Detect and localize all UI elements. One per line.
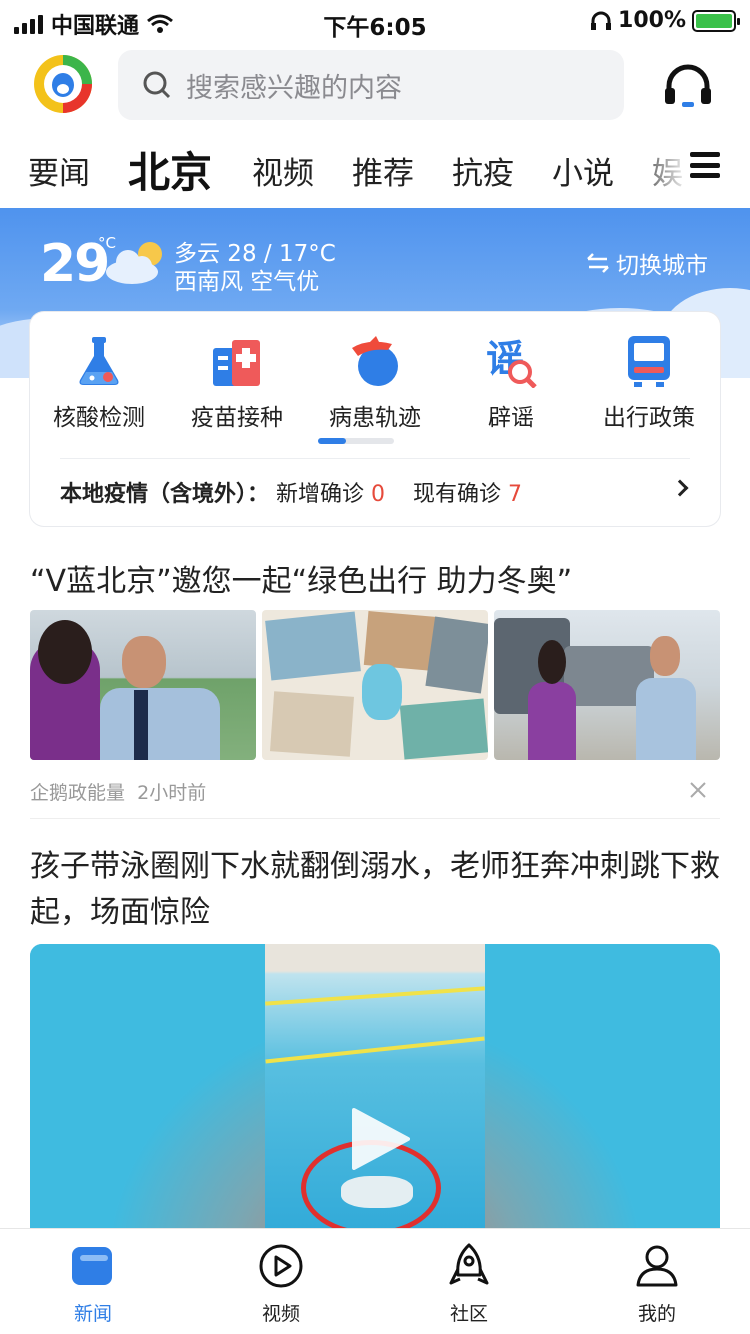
article-title[interactable]: “V蓝北京”邀您一起“绿色出行 助力冬奥” xyxy=(30,556,572,600)
swap-icon xyxy=(587,253,609,273)
play-icon xyxy=(259,1244,303,1288)
rumor-icon: 谣 xyxy=(486,337,537,389)
app-logo-icon[interactable] xyxy=(32,53,94,115)
service-label: 出行政策 xyxy=(603,405,695,431)
service-travel-policy[interactable]: 出行政策 xyxy=(584,334,714,432)
tab-yaowen[interactable]: 要闻 xyxy=(28,148,90,193)
new-cases-label: 新增确诊 xyxy=(276,482,365,507)
service-label: 病患轨迹 xyxy=(329,405,421,431)
article-thumbnails[interactable] xyxy=(30,610,720,760)
rocket-icon xyxy=(449,1243,489,1285)
service-patient-track[interactable]: 病患轨迹 xyxy=(310,334,440,444)
battery-percent: 100% xyxy=(618,8,686,33)
search-icon xyxy=(143,71,171,99)
tab-video[interactable]: 视频 xyxy=(252,148,314,193)
cloudy-icon xyxy=(106,242,162,284)
headphones-status-icon xyxy=(591,11,612,30)
channel-tabs: 要闻 北京 视频 推荐 抗疫 小说 娱 xyxy=(0,130,750,206)
new-cases-value: 0 xyxy=(371,482,386,507)
service-label: 核酸检测 xyxy=(53,405,145,431)
flask-icon xyxy=(79,337,119,385)
current-cases-label: 现有确诊 xyxy=(413,482,502,507)
current-cases-value: 7 xyxy=(508,482,523,507)
switch-city-button[interactable]: 切换城市 xyxy=(586,246,708,280)
carousel-indicator xyxy=(318,438,394,444)
nav-label: 社区 xyxy=(449,1303,488,1325)
tab-recommend[interactable]: 推荐 xyxy=(352,148,414,193)
nav-community[interactable]: 社区 xyxy=(424,1243,514,1326)
service-label: 疫苗接种 xyxy=(191,405,283,431)
service-vaccination[interactable]: 疫苗接种 xyxy=(172,334,302,432)
service-rumor[interactable]: 谣 辟谣 xyxy=(446,334,576,432)
status-right: 100% xyxy=(590,8,740,33)
train-icon xyxy=(628,336,670,387)
epidemic-stats-label: 本地疫情（含境外）： xyxy=(60,482,270,507)
video-thumbnail[interactable] xyxy=(30,944,720,1244)
chevron-right-icon[interactable] xyxy=(671,479,689,497)
feed-divider xyxy=(30,818,720,819)
article-title[interactable]: 孩子带泳圈刚下水就翻倒溺水，老师狂奔冲刺跳下救起，场面惊险 xyxy=(30,844,720,936)
app-header: 搜索感兴趣的内容 xyxy=(0,46,750,124)
search-bar[interactable]: 搜索感兴趣的内容 xyxy=(118,50,624,120)
article-image[interactable] xyxy=(494,610,720,760)
bottom-nav: 新闻 视频 社区 我的 xyxy=(0,1228,750,1334)
nav-label: 新闻 xyxy=(73,1303,112,1325)
card-divider xyxy=(60,458,690,459)
hospital-icon xyxy=(213,340,260,386)
article-image[interactable] xyxy=(262,610,488,760)
nav-label: 视频 xyxy=(261,1303,300,1325)
tab-beijing[interactable]: 北京 xyxy=(128,139,212,200)
article-image[interactable] xyxy=(30,610,256,760)
person-icon xyxy=(636,1245,678,1287)
article-meta: 企鹅政能量 2小时前 xyxy=(30,778,206,805)
close-icon[interactable] xyxy=(688,780,708,800)
video-frame xyxy=(265,944,485,1244)
nav-label: 我的 xyxy=(637,1303,676,1325)
plane-icon xyxy=(352,336,398,386)
article-time: 2小时前 xyxy=(137,782,207,804)
service-nucleic-test[interactable]: 核酸检测 xyxy=(34,334,164,432)
tab-novel[interactable]: 小说 xyxy=(552,148,614,193)
nav-profile[interactable]: 我的 xyxy=(612,1243,702,1326)
tab-antiepidemic[interactable]: 抗疫 xyxy=(452,148,514,193)
play-overlay-icon[interactable] xyxy=(348,1106,412,1172)
weather-wind: 西南风 空气优 xyxy=(174,269,320,295)
channel-menu-icon[interactable] xyxy=(690,152,720,178)
switch-city-label: 切换城市 xyxy=(616,253,708,279)
epidemic-stats[interactable]: 本地疫情（含境外）： 新增确诊 0 现有确诊 7 xyxy=(60,476,522,508)
battery-icon xyxy=(692,9,740,32)
status-bar: 中国联通 下午6:05 100% xyxy=(0,0,750,42)
nav-news[interactable]: 新闻 xyxy=(48,1243,138,1326)
nav-video[interactable]: 视频 xyxy=(236,1243,326,1326)
tabs-fade xyxy=(630,130,690,206)
news-icon xyxy=(72,1247,112,1285)
headset-icon[interactable] xyxy=(664,62,712,108)
search-placeholder: 搜索感兴趣的内容 xyxy=(186,72,402,104)
epidemic-service-card: 核酸检测 疫苗接种 病患轨迹 谣 辟谣 出行政策 本地疫情（含境外）： 新增确诊… xyxy=(30,312,720,526)
article-source: 企鹅政能量 xyxy=(30,782,126,804)
service-label: 辟谣 xyxy=(488,405,534,431)
